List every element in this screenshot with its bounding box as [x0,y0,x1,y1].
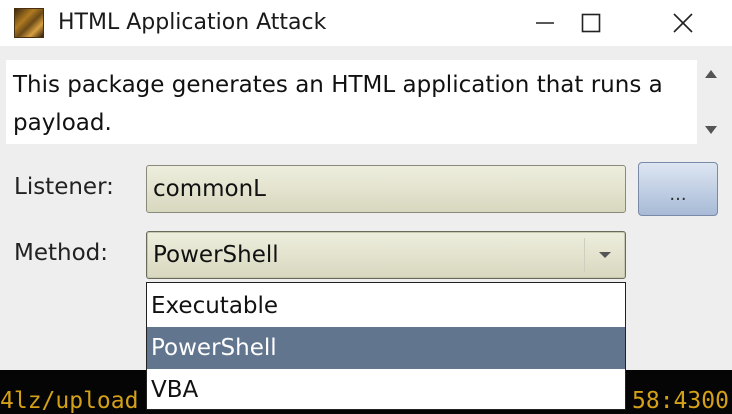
method-dropdown-toggle[interactable] [584,238,624,272]
method-option-powershell[interactable]: PowerShell [147,327,625,369]
browse-button-label: ... [669,183,687,205]
chevron-down-icon [598,252,611,258]
minimize-icon [536,22,554,24]
browse-listener-button[interactable]: ... [638,162,718,216]
listener-value: commonL [153,176,266,202]
method-dropdown-list: Executable PowerShell VBA [146,282,626,410]
description-box: This package generates an HTML applicati… [6,60,725,144]
title-bar: HTML Application Attack [0,0,732,46]
listener-field[interactable]: commonL [146,165,626,213]
close-icon [673,13,693,33]
window-title: HTML Application Attack [58,10,327,35]
arrow-down-icon [705,126,717,134]
minimize-button[interactable] [522,0,568,46]
method-value: PowerShell [153,242,279,268]
description-scrollbar[interactable] [697,60,725,144]
method-select[interactable]: PowerShell [146,231,626,279]
scroll-down-button[interactable] [697,116,725,144]
method-label: Method: [14,240,109,266]
maximize-button[interactable] [568,0,614,46]
terminal-text-right: 58:4300 [632,388,729,414]
app-icon [14,8,44,38]
method-option-executable[interactable]: Executable [147,285,625,327]
method-option-vba[interactable]: VBA [147,369,625,411]
listener-label: Listener: [14,174,114,200]
scroll-up-button[interactable] [697,60,725,88]
terminal-text-left: 4lz/upload [0,388,139,414]
close-button[interactable] [660,0,706,46]
maximize-icon [581,13,601,33]
arrow-up-icon [705,70,717,78]
description-text: This package generates an HTML applicati… [13,72,663,136]
